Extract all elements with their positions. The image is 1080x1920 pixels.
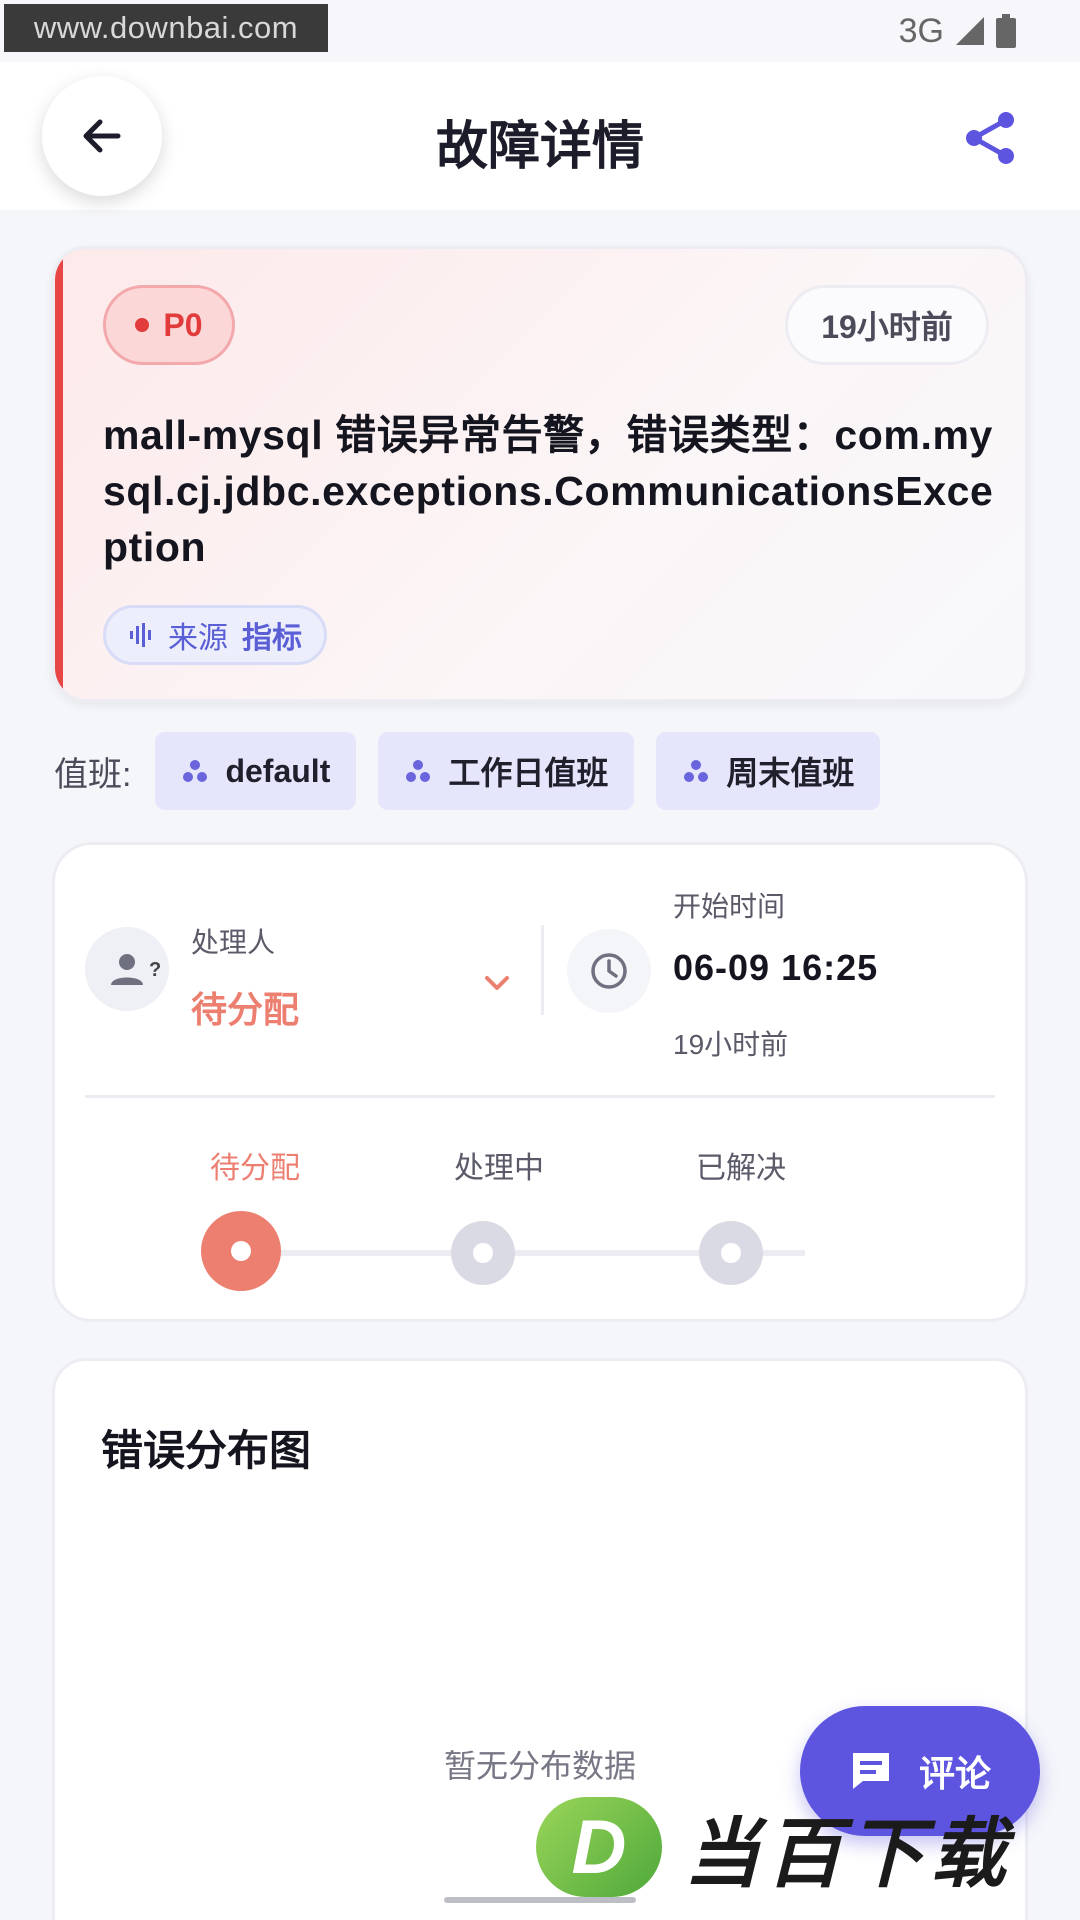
page-title: 故障详情 xyxy=(435,118,644,176)
comment-icon xyxy=(852,1753,889,1789)
duty-label: 值班: xyxy=(54,755,132,794)
group-icon xyxy=(183,760,208,782)
signal-icon xyxy=(956,17,984,45)
home-indicator[interactable] xyxy=(444,1897,636,1903)
clock-icon xyxy=(591,953,627,989)
comment-label: 评论 xyxy=(918,1753,991,1794)
duty-chip[interactable]: default xyxy=(155,732,357,810)
duty-chip-label: 工作日值班 xyxy=(448,755,609,791)
handler-value[interactable]: 待分配 xyxy=(191,981,299,1033)
step-dot-resolved xyxy=(699,1221,763,1285)
app-header: 故障详情 xyxy=(0,62,1080,210)
distribution-title: 错误分布图 xyxy=(101,1427,312,1474)
handler-label: 处理人 xyxy=(191,927,276,958)
logo-text: 当百下载 xyxy=(684,1812,1012,1897)
start-time-label: 开始时间 xyxy=(673,891,786,922)
share-button[interactable] xyxy=(960,108,1020,168)
horizontal-divider xyxy=(85,1095,995,1098)
source-label: 来源 xyxy=(168,622,228,655)
clock-badge xyxy=(567,929,651,1013)
avatar: ? xyxy=(85,927,169,1011)
duty-chip-label: 周末值班 xyxy=(726,755,855,791)
group-icon xyxy=(406,760,431,782)
time-ago-badge: 19小时前 xyxy=(785,285,989,365)
step-dot-pending xyxy=(201,1211,281,1291)
alert-accent-bar xyxy=(55,249,63,699)
person-icon xyxy=(111,954,143,985)
watermark-url: www.downbai.com xyxy=(4,4,328,52)
network-type: 3G xyxy=(898,11,944,50)
priority-badge: P0 xyxy=(103,285,235,365)
source-chip: 来源 指标 xyxy=(103,605,327,665)
waveform-icon xyxy=(130,623,151,647)
alert-card: P0 19小时前 mall-mysql 错误异常告警，错误类型：com.mysq… xyxy=(52,246,1028,702)
duty-chip[interactable]: 周末值班 xyxy=(656,732,881,810)
priority-dot-icon xyxy=(135,318,150,332)
step-label-processing: 处理中 xyxy=(454,1152,544,1185)
duty-row: 值班: default 工作日值班 周末值班 xyxy=(54,732,881,810)
group-icon xyxy=(684,760,709,782)
unknown-user-mark-icon: ? xyxy=(149,959,162,981)
start-time-ago: 19小时前 xyxy=(673,1029,789,1060)
chevron-down-icon[interactable] xyxy=(477,963,517,1003)
status-bar: www.downbai.com 3G xyxy=(0,0,1080,62)
battery-icon xyxy=(996,14,1016,48)
vertical-divider xyxy=(541,925,544,1015)
priority-label: P0 xyxy=(163,306,203,343)
duty-chip[interactable]: 工作日值班 xyxy=(378,732,635,810)
duty-chip-label: default xyxy=(225,752,331,789)
step-dot-processing xyxy=(451,1221,515,1285)
source-value: 指标 xyxy=(242,622,302,655)
step-label-resolved: 已解决 xyxy=(696,1152,786,1185)
start-time-value: 06-09 16:25 xyxy=(673,947,879,988)
handler-card: ? 处理人 待分配 开始时间 06-09 16:25 19小时前 待分配 处理中… xyxy=(52,842,1028,1322)
logo-d-icon: D xyxy=(536,1797,662,1897)
status-indicators: 3G xyxy=(899,8,1016,54)
site-logo-watermark: D 当百下载 xyxy=(536,1792,1080,1902)
step-label-pending: 待分配 xyxy=(210,1152,300,1185)
alert-title: mall-mysql 错误异常告警，错误类型：com.mysql.cj.jdbc… xyxy=(103,412,994,570)
share-icon xyxy=(966,112,1014,164)
